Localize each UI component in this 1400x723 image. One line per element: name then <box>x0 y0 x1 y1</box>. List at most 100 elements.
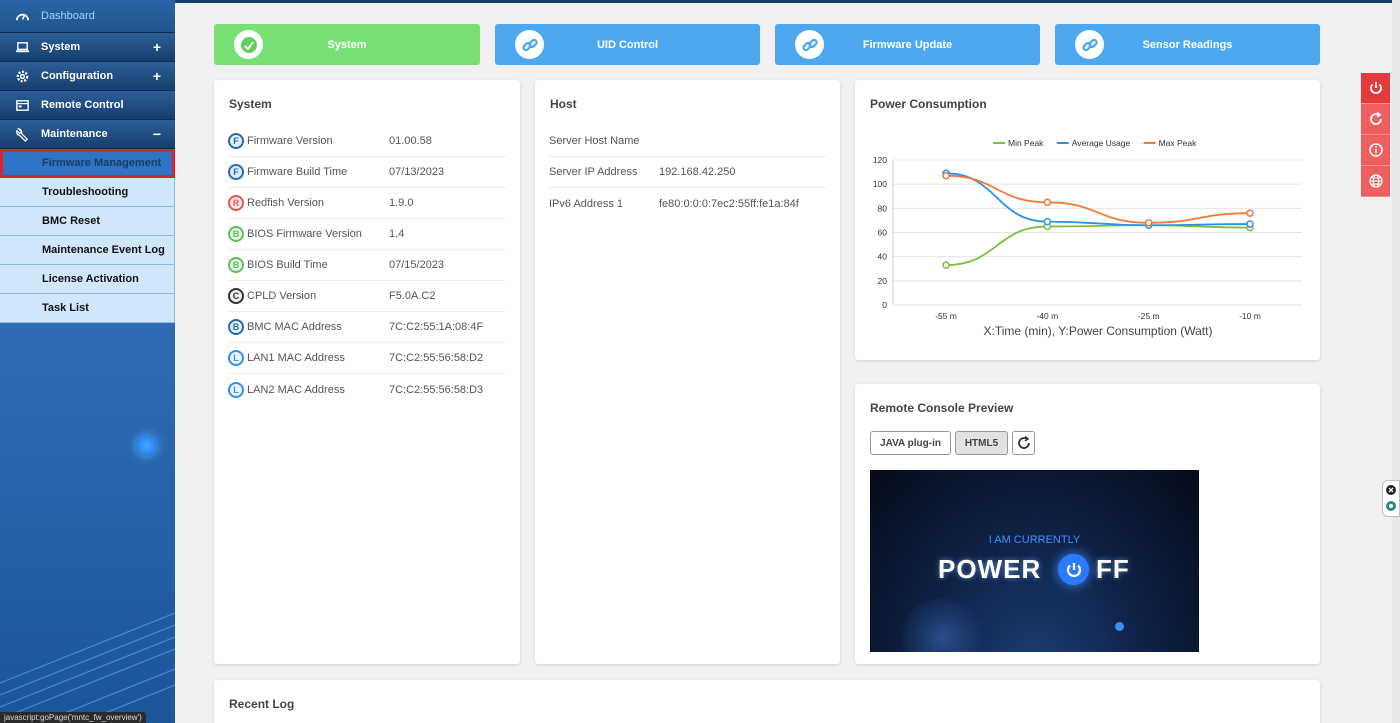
laptop-icon <box>14 39 30 55</box>
sidebar-subitem-firmware-management[interactable]: Firmware Management <box>0 149 175 178</box>
uid-control-card[interactable]: UID Control <box>495 24 760 65</box>
y-tick-label: 120 <box>873 155 887 165</box>
info-label: IPv6 Address 1 <box>549 197 623 210</box>
lan-icon: L <box>228 381 244 398</box>
sidebar-item-label: Dashboard <box>41 10 95 22</box>
x-tick-label: -40 m <box>1036 311 1058 321</box>
language-button[interactable] <box>1361 166 1390 197</box>
info-label: Firmware Version <box>247 135 333 147</box>
bmc-icon: B <box>228 319 244 335</box>
info-row: C CPLD Version F5.0A.C2 <box>228 281 506 312</box>
x-axis-label: X:Time (min), Y:Power Consumption (Watt) <box>984 324 1213 338</box>
info-label: BIOS Firmware Version <box>247 228 362 240</box>
sidebar-item-remote-control[interactable]: Remote Control <box>0 91 175 120</box>
html5-button[interactable]: HTML5 <box>955 431 1008 455</box>
firmware-icon: F <box>228 164 244 180</box>
y-tick-label: 100 <box>873 179 887 189</box>
top-border <box>175 0 1400 3</box>
sidebar-item-label: Configuration <box>41 70 114 82</box>
power-icon <box>1058 554 1089 585</box>
sidebar-subitem-task-list[interactable]: Task List <box>0 294 175 323</box>
sidebar-item-system[interactable]: System + <box>0 33 175 62</box>
info-label: BMC MAC Address <box>247 321 342 333</box>
host-panel: Host Server Host Name Server IP Address 1… <box>535 80 840 664</box>
info-row: B BMC MAC Address 7C:C2:55:1A:08:4F <box>228 312 506 343</box>
info-value: 07/13/2023 <box>389 166 445 178</box>
power-state-text: POWER <box>938 554 1042 584</box>
data-point <box>942 171 950 180</box>
info-label: LAN1 MAC Address <box>247 352 345 364</box>
data-point <box>1144 219 1153 227</box>
refresh-icon <box>1369 111 1382 125</box>
java-plugin-button[interactable]: JAVA plug-in <box>870 431 951 455</box>
info-value: 1.4 <box>389 228 405 240</box>
panel-title: Host <box>550 97 577 111</box>
info-label: BIOS Build Time <box>247 259 328 271</box>
reset-button[interactable] <box>1361 104 1390 135</box>
sidebar-item-maintenance[interactable]: Maintenance − <box>0 120 175 149</box>
sidebar-item-dashboard[interactable]: Dashboard <box>0 0 175 33</box>
refresh-button[interactable] <box>1012 431 1035 455</box>
info-value: 07/15/2023 <box>389 259 445 271</box>
x-tick-label: -55 m <box>935 311 957 321</box>
sensor-readings-card[interactable]: Sensor Readings <box>1055 24 1320 65</box>
sidebar-subitem-license-activation[interactable]: License Activation <box>0 265 175 294</box>
data-point <box>1246 220 1254 228</box>
sidebar-subitem-troubleshooting[interactable]: Troubleshooting <box>0 178 175 207</box>
link-icon <box>515 30 544 59</box>
decorative-bubble <box>902 598 982 652</box>
card-label: Sensor Readings <box>1142 38 1233 51</box>
redfish-icon: R <box>228 195 244 211</box>
card-label: Firmware Update <box>862 38 953 51</box>
card-label: System <box>327 38 367 51</box>
info-value: 7C:C2:55:56:58:D2 <box>389 352 484 364</box>
expand-icon[interactable]: + <box>153 68 161 84</box>
power-consumption-panel: Power Consumption 0 20 40 60 80 100 120 -55 m -4… <box>855 80 1320 360</box>
system-card[interactable]: System <box>214 24 480 65</box>
power-icon <box>1369 82 1382 94</box>
info-label: Server Host Name <box>549 135 640 147</box>
panel-title: Remote Console Preview <box>870 401 1014 415</box>
console-preview-image[interactable]: I AM CURRENTLY POWER FF <box>870 470 1199 652</box>
panel-title: Recent Log <box>229 697 295 711</box>
collapse-icon[interactable]: − <box>153 126 161 142</box>
info-row: F Firmware Build Time 07/13/2023 <box>228 157 506 188</box>
cpld-icon: C <box>228 288 244 304</box>
scrollbar[interactable] <box>1392 0 1400 723</box>
side-widget[interactable] <box>1382 480 1400 517</box>
info-label: LAN2 MAC Address <box>247 383 345 396</box>
x-tick-label: -10 m <box>1239 311 1261 321</box>
x-tick-label: -25 m <box>1138 311 1160 321</box>
system-status-icon <box>234 30 263 59</box>
info-row: R Redfish Version 1.9.0 <box>228 188 506 219</box>
info-row: F Firmware Version 01.00.58 <box>228 126 506 157</box>
info-row: B BIOS Firmware Version 1.4 <box>228 219 506 250</box>
info-value: 7C:C2:55:56:58:D3 <box>389 383 484 396</box>
info-label: Firmware Build Time <box>247 166 348 178</box>
power-button[interactable] <box>1361 73 1390 104</box>
quick-actions <box>1361 73 1390 197</box>
y-tick-label: 40 <box>878 252 888 262</box>
info-row: L LAN2 MAC Address 7C:C2:55:56:58:D3 <box>228 374 506 405</box>
firmware-update-card[interactable]: Firmware Update <box>775 24 1040 65</box>
series-line <box>945 224 1251 267</box>
info-value: 7C:C2:55:1A:08:4F <box>389 321 484 333</box>
sidebar-subitem-maintenance-event-log[interactable]: Maintenance Event Log <box>0 236 175 265</box>
expand-icon[interactable]: + <box>153 39 161 55</box>
legend-label: Average Usage <box>1072 138 1131 148</box>
panel-title: System <box>229 97 272 111</box>
sidebar-item-label: System <box>41 41 81 53</box>
gear-icon <box>14 68 30 84</box>
info-row: IPv6 Address 1 fe80:0:0:0:7ec2:55ff:fe1a:… <box>549 188 826 219</box>
info-value: F5.0A.C2 <box>389 290 436 302</box>
sidebar-item-configuration[interactable]: Configuration + <box>0 62 175 91</box>
system-panel: System F Firmware Version 01.00.58 F Firmwa… <box>214 80 520 664</box>
sidebar-subitem-bmc-reset[interactable]: BMC Reset <box>0 207 175 236</box>
globe-icon <box>1368 174 1383 188</box>
info-button[interactable] <box>1361 135 1390 166</box>
legend-label: Min Peak <box>1008 138 1044 148</box>
widget-icons <box>1386 485 1396 511</box>
window-icon <box>14 97 30 113</box>
recent-log-panel: Recent Log <box>214 680 1320 723</box>
bios-icon: B <box>228 257 244 273</box>
